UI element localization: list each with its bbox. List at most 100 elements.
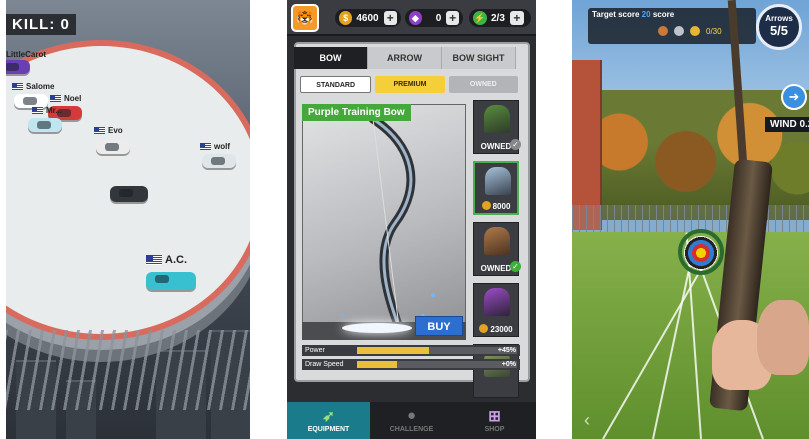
subtab-owned[interactable]: OWNED xyxy=(448,76,518,93)
nav-label: SHOP xyxy=(484,426,505,433)
stat-power: Power +45% xyxy=(302,345,520,356)
target-score-value: 20 xyxy=(641,10,651,19)
add-energy-button[interactable]: + xyxy=(509,11,524,25)
bow-thumbnail-icon xyxy=(485,167,511,195)
player-car xyxy=(202,154,236,168)
equipment-shop-screenshot: 🐯 $ 4600 + ◆ 0 + ⚡ 2/3 + BOW ARROW BOW S… xyxy=(287,0,536,439)
gem-icon: ◆ xyxy=(409,11,422,25)
tab-bow-sight[interactable]: BOW SIGHT xyxy=(442,47,516,69)
us-flag-icon xyxy=(50,95,61,102)
basket-icon: ⊞ xyxy=(488,408,501,425)
bow-slot[interactable]: OWNED ✓ xyxy=(473,100,521,154)
player-car-you xyxy=(146,272,196,290)
us-flag-icon xyxy=(146,255,162,265)
item-name-label: Purple Training Bow xyxy=(302,104,411,121)
currency-bar: 🐯 $ 4600 + ◆ 0 + ⚡ 2/3 + xyxy=(287,0,536,36)
item-showcase xyxy=(302,104,466,340)
autumn-trees xyxy=(572,90,809,220)
stat-draw-speed: Draw Speed +0% xyxy=(302,359,520,370)
stat-fill xyxy=(357,347,429,354)
coins-value: 4600 xyxy=(356,12,379,24)
nav-label: EQUIPMENT xyxy=(307,426,350,433)
player-tag: LittleCarot xyxy=(6,50,46,59)
medal-row: 0/30 xyxy=(658,26,722,36)
bow-preview-icon xyxy=(341,114,435,332)
silver-medal-icon xyxy=(674,26,684,36)
back-arrow-icon[interactable]: ‹ xyxy=(584,410,590,431)
car-arena-screenshot: KILL: 0 LittleCarot Salome Noel Mr... Ev… xyxy=(6,0,250,439)
player-car xyxy=(110,186,148,202)
player-name: Mr... xyxy=(46,106,63,115)
kill-counter: KILL: 0 xyxy=(6,14,76,35)
player-name: LittleCarot xyxy=(6,50,46,59)
bow-thumbnail-icon xyxy=(484,105,510,133)
score-progress: 0/30 xyxy=(706,26,722,36)
gold-medal-icon xyxy=(690,26,700,36)
category-subtabs: STANDARD PREMIUM OWNED xyxy=(300,76,518,93)
stat-label: Draw Speed xyxy=(305,361,344,368)
bow-thumbnail-icon xyxy=(484,227,510,255)
nav-challenge[interactable]: ● CHALLENGE xyxy=(370,402,453,439)
coin-icon xyxy=(481,201,491,210)
bow-slot[interactable]: OWNED ✓ xyxy=(473,222,521,276)
tab-arrow[interactable]: ARROW xyxy=(368,47,442,69)
tab-bow[interactable]: BOW xyxy=(294,47,368,69)
subtab-premium[interactable]: PREMIUM xyxy=(375,76,445,93)
add-gems-button[interactable]: + xyxy=(446,11,459,25)
stat-label: Power xyxy=(305,347,325,354)
player-name: Evo xyxy=(108,126,123,135)
arrows-label: Arrows xyxy=(765,14,793,23)
player-tag: Salome xyxy=(12,82,54,91)
energy-value: 2/3 xyxy=(491,12,505,24)
us-flag-icon xyxy=(200,143,211,150)
draw-hand[interactable] xyxy=(757,300,809,375)
buy-button[interactable]: BUY xyxy=(415,316,463,336)
nav-shop[interactable]: ⊞ SHOP xyxy=(453,402,536,439)
owned-check-icon: ✓ xyxy=(510,261,521,272)
target-score-unit: score xyxy=(652,10,675,19)
coin-icon xyxy=(479,324,489,333)
bow-slot-selected[interactable]: 8000 xyxy=(473,161,519,215)
player-tag: Noel xyxy=(50,94,81,103)
slot-price: 23000 xyxy=(474,324,518,334)
nav-equipment[interactable]: ➶ EQUIPMENT xyxy=(287,402,370,439)
lane-line xyxy=(602,259,708,439)
player-tag: Evo xyxy=(94,126,123,135)
wind-indicator: WIND 0.2 xyxy=(765,117,809,132)
profile-avatar[interactable]: 🐯 xyxy=(291,4,319,32)
stat-track xyxy=(357,361,517,368)
slot-price-value: 8000 xyxy=(492,202,511,211)
player-name: A.C. xyxy=(165,254,187,266)
archery-range-screenshot: Target score 20 score 0/30 Arrows 5/5 ➜ … xyxy=(572,0,809,439)
stat-fill xyxy=(357,361,397,368)
us-flag-icon xyxy=(12,83,23,90)
coin-icon: $ xyxy=(339,11,353,25)
us-flag-icon xyxy=(94,127,105,134)
bottom-navigation: ➶ EQUIPMENT ● CHALLENGE ⊞ SHOP xyxy=(287,402,536,439)
wind-direction-icon: ➜ xyxy=(781,84,807,110)
player-tag: wolf xyxy=(200,142,230,151)
bow-icon: ➶ xyxy=(322,408,335,425)
player-name: Salome xyxy=(26,82,55,91)
bow-slot[interactable]: 23000 xyxy=(473,283,519,337)
arena-railing xyxy=(6,330,250,410)
player-name: wolf xyxy=(214,142,230,151)
add-coins-button[interactable]: + xyxy=(383,11,397,25)
tiger-icon: 🐯 xyxy=(296,9,314,26)
gems-counter: ◆ 0 + xyxy=(405,9,463,27)
nav-label: CHALLENGE xyxy=(389,426,434,433)
subtab-standard[interactable]: STANDARD xyxy=(300,76,372,93)
player-car xyxy=(6,60,30,74)
player-car xyxy=(96,140,130,154)
target-score-text: Target score xyxy=(592,10,640,19)
stat-value: +45% xyxy=(497,347,516,354)
energy-icon: ⚡ xyxy=(473,11,487,25)
slot-price-value: 23000 xyxy=(490,325,513,334)
stat-value: +0% xyxy=(501,361,516,368)
arrows-counter: Arrows 5/5 xyxy=(756,4,802,50)
coins-counter: $ 4600 + xyxy=(335,9,401,27)
energy-counter: ⚡ 2/3 + xyxy=(469,9,531,27)
player-tag: Mr... xyxy=(32,106,62,115)
us-flag-icon xyxy=(32,107,43,114)
owned-check-icon: ✓ xyxy=(510,139,521,150)
